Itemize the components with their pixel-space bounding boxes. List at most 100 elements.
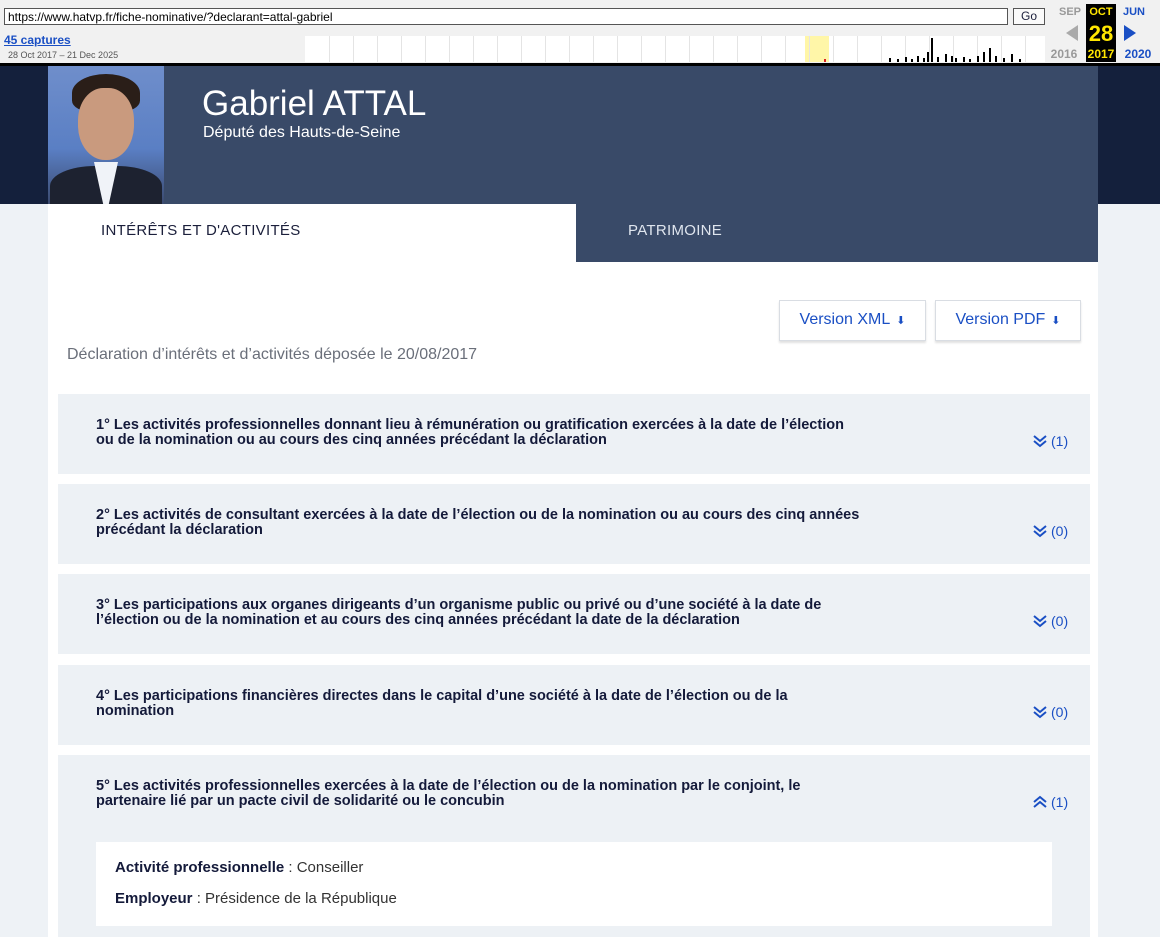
sparkline-divider bbox=[1001, 36, 1002, 62]
employer-label: Employeur bbox=[115, 890, 193, 907]
employer-row: Employeur : Présidence de la République bbox=[115, 890, 397, 907]
tab-patrimoine-label: PATRIMOINE bbox=[628, 222, 723, 239]
sparkline-divider bbox=[953, 36, 954, 62]
capture-bar bbox=[889, 58, 891, 62]
capture-bar bbox=[1003, 58, 1005, 62]
next-month-label[interactable]: JUN bbox=[1120, 6, 1148, 18]
capture-bar bbox=[955, 58, 957, 62]
tab-interets[interactable]: INTÉRÊTS ET D'ACTIVITÉS bbox=[48, 204, 576, 262]
chevron-down-double-icon bbox=[1033, 525, 1047, 538]
employer-value: : Présidence de la République bbox=[192, 890, 397, 907]
sparkline-divider bbox=[497, 36, 498, 62]
capture-bar bbox=[923, 58, 925, 62]
sparkline-divider bbox=[737, 36, 738, 62]
sparkline-divider bbox=[377, 36, 378, 62]
capture-bar bbox=[931, 38, 933, 62]
section-title: 4° Les participations financières direct… bbox=[96, 688, 788, 719]
section-title: 2° Les activités de consultant exercées … bbox=[96, 507, 860, 538]
url-input[interactable]: https://www.hatvp.fr/fiche-nominative/?d… bbox=[4, 8, 1008, 25]
sparkline-divider bbox=[1025, 36, 1026, 62]
sparkline-divider bbox=[833, 36, 834, 62]
capture-bar bbox=[927, 52, 929, 62]
sparkline-divider bbox=[761, 36, 762, 62]
captures-link[interactable]: 45 captures bbox=[4, 33, 71, 47]
capture-bar bbox=[995, 56, 997, 62]
sparkline-divider bbox=[353, 36, 354, 62]
prev-month-label[interactable]: SEP bbox=[1056, 6, 1084, 18]
sparkline-divider bbox=[809, 36, 810, 62]
activity-value: : Conseiller bbox=[284, 859, 364, 876]
section-title: 1° Les activités professionnelles donnan… bbox=[96, 417, 844, 448]
sparkline-divider bbox=[545, 36, 546, 62]
capture-bar bbox=[963, 57, 965, 62]
profile-name: Gabriel ATTAL bbox=[202, 84, 427, 123]
next-capture-icon[interactable] bbox=[1124, 25, 1136, 41]
capture-bar bbox=[977, 56, 979, 62]
next-year-label[interactable]: 2020 bbox=[1121, 47, 1155, 61]
chevron-down-double-icon bbox=[1033, 435, 1047, 448]
capture-bar bbox=[951, 56, 953, 62]
section-1[interactable]: 1° Les activités professionnelles donnan… bbox=[58, 394, 1090, 474]
current-capture-marker bbox=[824, 59, 826, 62]
version-pdf-button[interactable]: Version PDF ⬇ bbox=[935, 300, 1081, 341]
section-count: (1) bbox=[1051, 433, 1069, 449]
section-2[interactable]: 2° Les activités de consultant exercées … bbox=[58, 484, 1090, 564]
capture-bar bbox=[911, 59, 913, 62]
capture-bar bbox=[917, 56, 919, 62]
sparkline-divider bbox=[473, 36, 474, 62]
go-button[interactable]: Go bbox=[1013, 8, 1045, 25]
section-count: (0) bbox=[1051, 613, 1069, 629]
prev-capture-icon[interactable] bbox=[1066, 25, 1078, 41]
version-pdf-label: Version PDF bbox=[955, 311, 1046, 328]
tab-patrimoine[interactable]: PATRIMOINE bbox=[576, 204, 1098, 262]
tab-interets-label: INTÉRÊTS ET D'ACTIVITÉS bbox=[101, 222, 301, 239]
chevron-up-double-icon bbox=[1033, 795, 1047, 808]
sparkline-divider bbox=[641, 36, 642, 62]
sparkline-divider bbox=[593, 36, 594, 62]
activity-row: Activité professionnelle : Conseiller bbox=[115, 859, 363, 876]
declaration-date: Déclaration d’intérêts et d’activités dé… bbox=[67, 346, 478, 363]
download-icon: ⬇ bbox=[896, 315, 906, 327]
capture-bar bbox=[969, 59, 971, 62]
section-4[interactable]: 4° Les participations financières direct… bbox=[58, 665, 1090, 745]
sparkline-divider bbox=[881, 36, 882, 62]
sparkline-divider bbox=[617, 36, 618, 62]
sparkline-divider bbox=[425, 36, 426, 62]
section-count: (1) bbox=[1051, 794, 1069, 810]
sparkline-divider bbox=[857, 36, 858, 62]
capture-bar bbox=[1011, 54, 1013, 62]
sparkline-divider bbox=[785, 36, 786, 62]
capture-bar bbox=[897, 59, 899, 62]
section-3[interactable]: 3° Les participations aux organes dirige… bbox=[58, 574, 1090, 654]
profile-role: Député des Hauts-de-Seine bbox=[203, 124, 401, 141]
capture-bar bbox=[937, 57, 939, 62]
wayback-toolbar: https://www.hatvp.fr/fiche-nominative/?d… bbox=[0, 0, 1160, 66]
sparkline-divider bbox=[665, 36, 666, 62]
section-count: (0) bbox=[1051, 523, 1069, 539]
chevron-down-double-icon bbox=[1033, 615, 1047, 628]
capture-bar bbox=[945, 54, 947, 62]
capture-range: 28 Oct 2017 – 21 Dec 2025 bbox=[8, 50, 119, 60]
section-title: 5° Les activités professionnelles exercé… bbox=[96, 778, 801, 809]
chevron-down-double-icon bbox=[1033, 706, 1047, 719]
sparkline-divider bbox=[929, 36, 930, 62]
current-month-label: OCT bbox=[1086, 4, 1116, 21]
capture-bar bbox=[983, 52, 985, 62]
sparkline-divider bbox=[401, 36, 402, 62]
capture-bar bbox=[905, 57, 907, 62]
prev-year-label[interactable]: 2016 bbox=[1047, 47, 1081, 61]
current-day: 28 bbox=[1086, 21, 1116, 47]
sparkline-divider bbox=[521, 36, 522, 62]
sparkline-divider bbox=[449, 36, 450, 62]
section-title: 3° Les participations aux organes dirige… bbox=[96, 597, 822, 628]
capture-bar bbox=[989, 48, 991, 62]
sparkline-divider bbox=[689, 36, 690, 62]
current-year-label: 2017 bbox=[1086, 46, 1116, 62]
sparkline-divider bbox=[569, 36, 570, 62]
profile-photo bbox=[48, 66, 164, 204]
download-icon: ⬇ bbox=[1051, 315, 1061, 327]
version-xml-button[interactable]: Version XML ⬇ bbox=[779, 300, 926, 341]
sparkline-divider bbox=[329, 36, 330, 62]
sparkline-divider bbox=[713, 36, 714, 62]
capture-sparkline[interactable] bbox=[305, 36, 1045, 62]
